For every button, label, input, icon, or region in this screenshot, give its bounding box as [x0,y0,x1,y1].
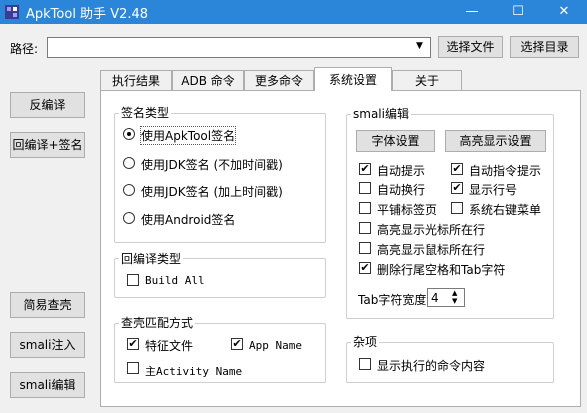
tab-about[interactable]: 关于 [392,70,462,90]
show-command-checkbox[interactable] [359,358,371,370]
trim-trailing-whitespace-checkbox[interactable]: ✔ [359,262,371,274]
tab-width-label: Tab字符宽度 [358,293,427,307]
auto-wrap-checkbox[interactable] [359,182,371,194]
show-line-numbers-checkbox[interactable]: ✔ [451,182,463,194]
tab-adb-commands[interactable]: ADB 命令 [172,70,244,90]
show-command-label[interactable]: 显示执行的命令内容 [377,357,485,374]
radio-jdk-sign-no-timestamp[interactable] [123,157,135,169]
auto-hint-label[interactable]: 自动提示 [377,162,425,179]
smali-editor-title: smali编辑 [351,105,411,122]
tab-execution-result[interactable]: 执行结果 [100,70,172,90]
app-name-checkbox[interactable]: ✔ [231,338,243,350]
smali-inject-button[interactable]: smali注入 [10,332,85,358]
maximize-button[interactable]: ☐ [495,0,541,24]
auto-hint-checkbox[interactable]: ✔ [359,163,371,175]
main-activity-label[interactable]: 主Activity Name [145,363,242,379]
path-combobox[interactable]: ▼ [47,37,431,58]
chevron-down-icon[interactable]: ▼ [416,41,423,51]
recompile-sign-button[interactable]: 回编译+签名 [10,132,85,158]
app-name-label[interactable]: App Name [249,339,302,352]
radio-jdk-sign-timestamp[interactable] [123,184,135,196]
window-title: ApkTool 助手 V2.48 [26,7,149,22]
recompile-type-title: 回编译类型 [119,250,184,267]
spin-up-icon[interactable]: ▲ [452,289,457,297]
select-dir-button[interactable]: 选择目录 [510,36,579,58]
highlight-settings-button[interactable]: 高亮显示设置 [445,130,546,152]
trim-trailing-whitespace-label[interactable]: 删除行尾空格和Tab字符 [377,261,505,278]
tab-more-commands[interactable]: 更多命令 [244,70,314,90]
simple-unpack-button[interactable]: 简易查壳 [10,292,85,318]
tab-width-value: 4 [431,291,439,305]
path-label: 路径: [10,42,39,56]
highlight-cursor-line-checkbox[interactable] [359,222,371,234]
spin-down-icon[interactable]: ▼ [452,297,457,305]
minimize-button[interactable]: — [449,0,495,24]
feature-file-checkbox[interactable]: ✔ [127,338,139,350]
select-file-button[interactable]: 选择文件 [438,36,503,58]
auto-instruction-hint-checkbox[interactable]: ✔ [451,163,463,175]
radio-android-sign[interactable] [123,212,135,224]
tab-width-spinner[interactable]: 4 ▲ ▼ [427,288,465,307]
highlight-mouse-line-checkbox[interactable] [359,242,371,254]
system-context-menu-checkbox[interactable] [451,202,463,214]
option-jdk-sign-timestamp[interactable]: 使用JDK签名 (加上时间戳) [141,183,283,200]
tile-tabs-checkbox[interactable] [359,202,371,214]
show-line-numbers-label[interactable]: 显示行号 [469,181,517,198]
feature-file-label[interactable]: 特征文件 [145,337,193,354]
app-icon [5,5,19,19]
tile-tabs-label[interactable]: 平铺标签页 [377,201,437,218]
auto-wrap-label[interactable]: 自动换行 [377,181,425,198]
option-jdk-sign-no-timestamp[interactable]: 使用JDK签名 (不加时间戳) [141,156,283,173]
match-mode-title: 查壳匹配方式 [119,314,196,331]
build-all-checkbox[interactable] [127,274,139,286]
build-all-label[interactable]: Build All [145,274,205,287]
option-apktool-sign[interactable]: 使用ApkTool签名 [139,126,237,145]
auto-instruction-hint-label[interactable]: 自动指令提示 [469,162,541,179]
sign-type-title: 签名类型 [119,104,172,121]
option-android-sign[interactable]: 使用Android签名 [141,211,235,228]
font-settings-button[interactable]: 字体设置 [356,130,435,152]
decompile-button[interactable]: 反编译 [10,92,85,118]
smali-edit-button[interactable]: smali编辑 [10,372,85,398]
radio-apktool-sign[interactable] [123,128,135,140]
tab-system-settings[interactable]: 系统设置 [314,67,392,91]
highlight-cursor-line-label[interactable]: 高亮显示光标所在行 [377,221,485,238]
misc-title: 杂项 [351,333,380,350]
close-button[interactable]: ✕ [541,0,587,24]
system-context-menu-label[interactable]: 系统右键菜单 [469,201,541,218]
main-activity-checkbox[interactable] [127,362,139,374]
highlight-mouse-line-label[interactable]: 高亮显示鼠标所在行 [377,241,485,258]
